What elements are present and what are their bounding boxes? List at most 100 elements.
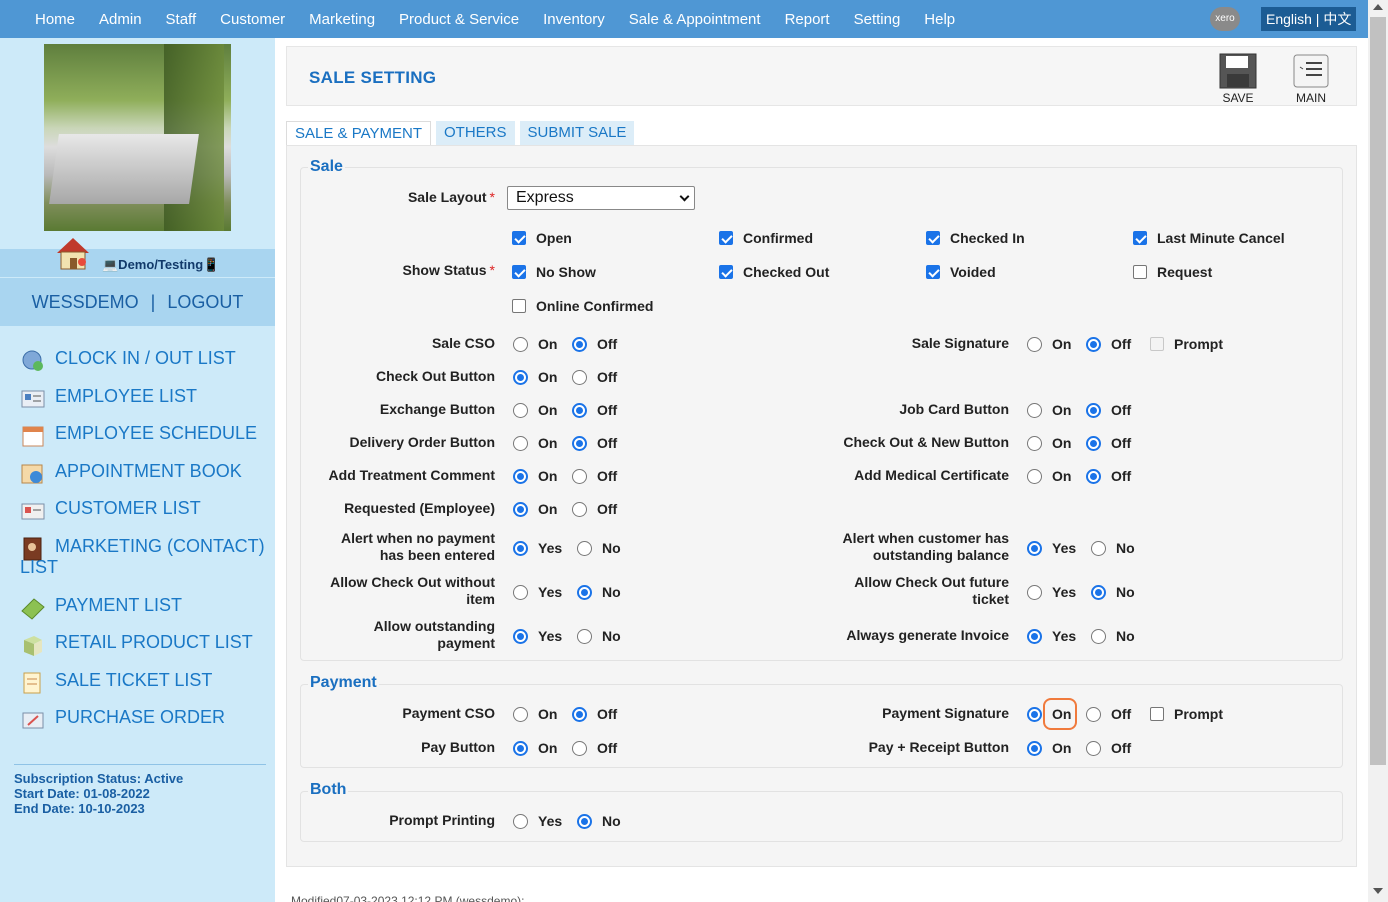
username-link[interactable]: WESSDEMO xyxy=(32,292,139,313)
radio[interactable] xyxy=(572,336,587,352)
sale-cso-off[interactable]: Off xyxy=(572,336,617,352)
radio[interactable] xyxy=(577,628,592,644)
radio[interactable] xyxy=(1027,540,1042,556)
nav-home[interactable]: Home xyxy=(0,11,87,28)
sidebar-item-employee-schedule[interactable]: EMPLOYEE SCHEDULE xyxy=(20,423,270,461)
allow-outstanding-payment-no[interactable]: No xyxy=(577,628,621,644)
sale-cso-on[interactable]: On xyxy=(513,336,557,352)
allow-checkout-future-ticket-yes[interactable]: Yes xyxy=(1027,584,1076,600)
scroll-thumb[interactable] xyxy=(1370,17,1386,765)
sale-signature-prompt[interactable]: Prompt xyxy=(1150,336,1223,352)
radio[interactable] xyxy=(577,540,592,556)
checkbox[interactable] xyxy=(926,231,940,245)
radio[interactable] xyxy=(1091,628,1106,644)
sidebar-item-customer-list[interactable]: CUSTOMER LIST xyxy=(20,498,270,536)
radio[interactable] xyxy=(513,402,528,418)
allow-checkout-without-item-no[interactable]: No xyxy=(577,584,621,600)
add-medical-certificate-on[interactable]: On xyxy=(1027,468,1071,484)
nav-sale-appointment[interactable]: Sale & Appointment xyxy=(617,11,773,28)
radio[interactable] xyxy=(1086,740,1101,756)
radio[interactable] xyxy=(1091,584,1106,600)
radio[interactable] xyxy=(1027,628,1042,644)
add-medical-certificate-off[interactable]: Off xyxy=(1086,468,1131,484)
radio[interactable] xyxy=(572,706,587,722)
pay-receipt-button-on[interactable]: On xyxy=(1027,740,1071,756)
pay-receipt-button-off[interactable]: Off xyxy=(1086,740,1131,756)
prompt-printing-yes[interactable]: Yes xyxy=(513,813,562,829)
radio[interactable] xyxy=(1027,336,1042,352)
payment-cso-off[interactable]: Off xyxy=(572,706,617,722)
checkbox[interactable] xyxy=(512,299,526,313)
logout-link[interactable]: LOGOUT xyxy=(167,292,243,313)
sidebar-item-retail-product-list[interactable]: RETAIL PRODUCT LIST xyxy=(20,632,270,670)
check-out-button-on[interactable]: On xyxy=(513,369,557,385)
status-no-show[interactable]: No Show xyxy=(512,264,596,280)
language-switch[interactable]: English | 中文 xyxy=(1261,7,1357,31)
checkbox[interactable] xyxy=(1133,231,1147,245)
radio[interactable] xyxy=(1086,706,1101,722)
radio[interactable] xyxy=(572,435,587,451)
nav-product-service[interactable]: Product & Service xyxy=(387,11,531,28)
status-last-minute-cancel[interactable]: Last Minute Cancel xyxy=(1133,230,1285,246)
status-online-confirmed[interactable]: Online Confirmed xyxy=(512,298,653,314)
radio[interactable] xyxy=(1091,540,1106,556)
tab-others[interactable]: OTHERS xyxy=(435,121,515,145)
vertical-scrollbar[interactable] xyxy=(1368,0,1388,902)
status-checked-in[interactable]: Checked In xyxy=(926,230,1025,246)
radio[interactable] xyxy=(1086,468,1101,484)
nav-setting[interactable]: Setting xyxy=(842,11,913,28)
nav-inventory[interactable]: Inventory xyxy=(531,11,617,28)
sidebar-item-clock-in-out[interactable]: CLOCK IN / OUT LIST xyxy=(20,348,270,386)
radio[interactable] xyxy=(513,369,528,385)
sidebar-item-sale-ticket-list[interactable]: SALE TICKET LIST xyxy=(20,670,270,708)
checkbox[interactable] xyxy=(719,265,733,279)
sidebar-item-employee-list[interactable]: EMPLOYEE LIST xyxy=(20,386,270,424)
radio[interactable] xyxy=(572,369,587,385)
status-voided[interactable]: Voided xyxy=(926,264,996,280)
requested-employee-off[interactable]: Off xyxy=(572,501,617,517)
always-generate-invoice-no[interactable]: No xyxy=(1091,628,1135,644)
tab-sale-payment[interactable]: SALE & PAYMENT xyxy=(286,121,431,145)
status-open[interactable]: Open xyxy=(512,230,572,246)
alert-no-payment-no[interactable]: No xyxy=(577,540,621,556)
checkbox[interactable] xyxy=(1133,265,1147,279)
radio[interactable] xyxy=(513,584,528,600)
allow-checkout-future-ticket-no[interactable]: No xyxy=(1091,584,1135,600)
delivery-order-button-on[interactable]: On xyxy=(513,435,557,451)
radio[interactable] xyxy=(1027,435,1042,451)
nav-marketing[interactable]: Marketing xyxy=(297,11,387,28)
radio[interactable] xyxy=(513,706,528,722)
status-request[interactable]: Request xyxy=(1133,264,1212,280)
radio[interactable] xyxy=(1027,584,1042,600)
checkbox[interactable] xyxy=(1150,707,1164,721)
prompt-printing-no[interactable]: No xyxy=(577,813,621,829)
alert-outstanding-balance-no[interactable]: No xyxy=(1091,540,1135,556)
sidebar-item-marketing-contact[interactable]: MARKETING (CONTACT) LIST xyxy=(20,536,270,595)
checkbox[interactable] xyxy=(926,265,940,279)
checkout-new-button-off[interactable]: Off xyxy=(1086,435,1131,451)
nav-admin[interactable]: Admin xyxy=(87,11,154,28)
radio[interactable] xyxy=(513,336,528,352)
sale-signature-off[interactable]: Off xyxy=(1086,336,1131,352)
job-card-button-on[interactable]: On xyxy=(1027,402,1071,418)
pay-button-on[interactable]: On xyxy=(513,740,557,756)
add-treatment-comment-off[interactable]: Off xyxy=(572,468,617,484)
status-confirmed[interactable]: Confirmed xyxy=(719,230,813,246)
alert-outstanding-balance-yes[interactable]: Yes xyxy=(1027,540,1076,556)
xero-icon[interactable]: xero xyxy=(1210,7,1240,31)
check-out-button-off[interactable]: Off xyxy=(572,369,617,385)
nav-staff[interactable]: Staff xyxy=(154,11,209,28)
always-generate-invoice-yes[interactable]: Yes xyxy=(1027,628,1076,644)
radio[interactable] xyxy=(572,740,587,756)
exchange-button-off[interactable]: Off xyxy=(572,402,617,418)
radio[interactable] xyxy=(572,468,587,484)
radio[interactable] xyxy=(1027,706,1042,722)
radio[interactable] xyxy=(513,628,528,644)
sidebar-item-appointment-book[interactable]: APPOINTMENT BOOK xyxy=(20,461,270,499)
radio[interactable] xyxy=(513,468,528,484)
add-treatment-comment-on[interactable]: On xyxy=(513,468,557,484)
exchange-button-on[interactable]: On xyxy=(513,402,557,418)
radio[interactable] xyxy=(577,584,592,600)
pay-button-off[interactable]: Off xyxy=(572,740,617,756)
radio[interactable] xyxy=(513,435,528,451)
